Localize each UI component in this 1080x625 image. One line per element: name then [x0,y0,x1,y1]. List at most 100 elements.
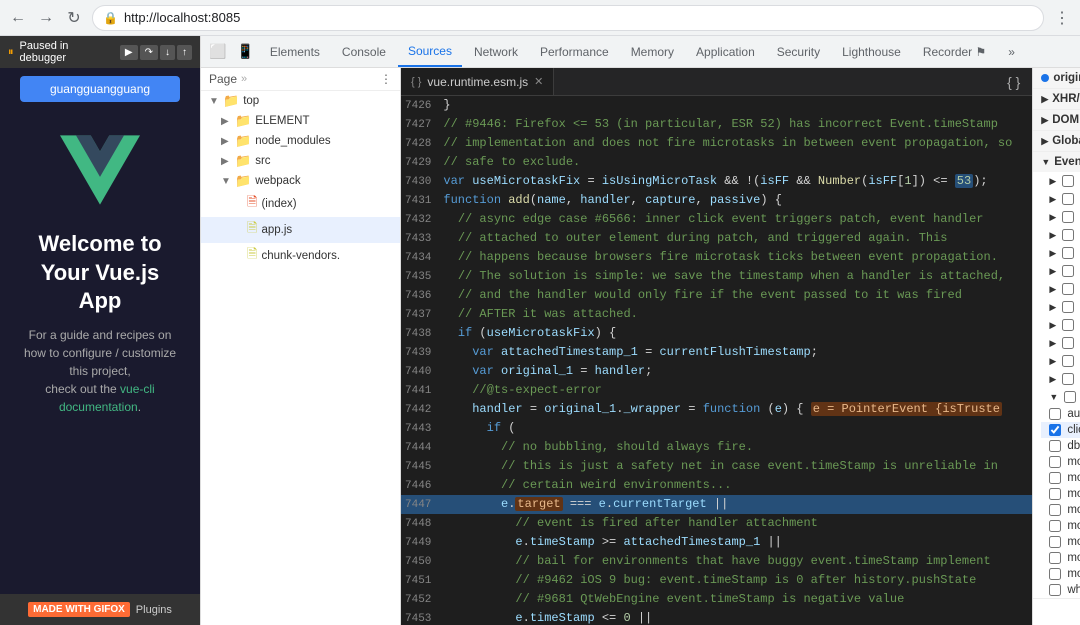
resume-button[interactable]: ▶ [120,45,138,60]
geolocation-checkbox[interactable] [1062,319,1074,331]
bp-item-drag-drop[interactable]: Drag / drop [1033,298,1080,316]
drag-drop-checkbox[interactable] [1062,301,1074,313]
mouseleave-checkbox[interactable] [1049,552,1061,564]
mousedown-checkbox[interactable] [1049,456,1061,468]
dom-header[interactable]: DOM Breakpoints [1033,110,1080,130]
tab-elements[interactable]: Elements [260,36,330,67]
control-checkbox[interactable] [1062,247,1074,259]
bp-item-keyboard[interactable]: Keyboard [1033,334,1080,352]
bp-item-load[interactable]: Load [1033,352,1080,370]
canvas-checkbox[interactable] [1062,211,1074,223]
bp-item-device[interactable]: Device [1033,280,1080,298]
dom-mutation-checkbox[interactable] [1062,265,1074,277]
load-checkbox[interactable] [1062,355,1074,367]
mouseout-checkbox[interactable] [1049,520,1061,532]
user-button[interactable]: guangguangguang [20,76,180,102]
code-editor[interactable]: 7426 } 7427 // #9446: Firefox <= 53 (in … [401,96,1032,625]
global-header[interactable]: Global Listeners [1033,131,1080,151]
code-line-7447: 7447 e.target === e.currentTarget || [401,495,1032,514]
wheel-checkbox[interactable] [1049,584,1061,596]
xhr-header[interactable]: XHR/fetch Breakpoints [1033,89,1080,109]
original-wrapper-header[interactable]: original_1._wrapper [1033,68,1080,88]
mouse-item-click[interactable]: click [1041,422,1080,438]
mouseup-checkbox[interactable] [1049,472,1061,484]
dblclick-checkbox[interactable] [1049,440,1061,452]
tree-item-src[interactable]: ▶ 📁 src [201,151,400,171]
refresh-button[interactable]: ↻ [64,8,84,28]
tab-sources[interactable]: Sources [398,36,462,67]
mouse-item-mouseup[interactable]: mouseup [1041,470,1080,486]
keyboard-checkbox[interactable] [1062,337,1074,349]
dom-label: DOM Breakpoints [1052,114,1080,126]
bp-item-animation[interactable]: Animation [1033,190,1080,208]
forward-button[interactable]: → [36,8,56,28]
mouse-item-mousedown[interactable]: mousedown [1041,454,1080,470]
file-tree-more-icon[interactable]: » [241,73,247,85]
tab-more[interactable]: » [998,36,1025,67]
mouse-checkbox[interactable] [1064,391,1076,403]
mouse-item-mouseout[interactable]: mouseout [1041,518,1080,534]
tree-item-app-js[interactable]: ▶ 🗎 app.js [201,217,400,243]
bp-item-control[interactable]: Control [1033,244,1080,262]
device-checkbox[interactable] [1062,283,1074,295]
tree-item-node-modules[interactable]: ▶ 📁 node_modules [201,131,400,151]
mouse-item-dblclick[interactable]: dblclick [1041,438,1080,454]
mouse-item-mousewheel[interactable]: mousewheel [1041,566,1080,582]
bp-item-geolocation[interactable]: Geolocation [1033,316,1080,334]
bp-item-media[interactable]: Media [1033,370,1080,388]
vue-logo [60,130,140,210]
devtools-device-button[interactable]: 📱 [232,41,257,62]
code-format-button[interactable]: { } [1003,72,1024,92]
step-out-button[interactable]: ↑ [177,45,192,60]
step-icon[interactable]: ↓ [160,45,175,60]
tab-console[interactable]: Console [332,36,396,67]
tree-item-index[interactable]: ▶ 🗎 (index) [201,191,400,217]
tab-recorder[interactable]: Recorder ⚑ [913,36,996,67]
code-tab-close[interactable]: ✕ [534,75,543,88]
tree-item-top[interactable]: ▼ 📁 top [201,91,400,111]
step-over-button[interactable]: ↷ [140,45,158,60]
mouse-item-mouseleave[interactable]: mouseleave [1041,550,1080,566]
event-listener-header[interactable]: Event Listener Breakpo [1033,152,1080,172]
tab-memory[interactable]: Memory [621,36,684,67]
code-tab-vue-runtime[interactable]: { } vue.runtime.esm.js ✕ [401,68,554,95]
auxclick-checkbox[interactable] [1049,408,1061,420]
clipboard-checkbox[interactable] [1062,229,1074,241]
mouse-item-auxclick[interactable]: auxclick [1041,406,1080,422]
mouse-item-mouseenter[interactable]: mouseenter [1041,534,1080,550]
devtools-inspect-button[interactable]: ⬜ [205,41,230,62]
animation-checkbox[interactable] [1062,193,1074,205]
tab-network[interactable]: Network [464,36,528,67]
click-checkbox[interactable] [1049,424,1061,436]
tab-security[interactable]: Security [767,36,830,67]
file-tree-menu-icon[interactable]: ⋮ [380,72,392,86]
tab-lighthouse[interactable]: Lighthouse [832,36,911,67]
mouse-item-mouseover[interactable]: mouseover [1041,486,1080,502]
bp-item-dom-mutation[interactable]: DOM Mutation [1033,262,1080,280]
mousewheel-checkbox[interactable] [1049,568,1061,580]
code-tab-filename: vue.runtime.esm.js [427,75,528,89]
code-line-7438: 7438 if (useMicrotaskFix) { [401,324,1032,343]
tree-item-element[interactable]: ▶ 📁 ELEMENT [201,111,400,131]
ad-auction-arrow [1049,175,1056,187]
bp-item-mouse[interactable]: Mouse [1033,388,1080,406]
extensions-button[interactable]: ⋮ [1052,8,1072,28]
mousemove-checkbox[interactable] [1049,504,1061,516]
bp-item-canvas[interactable]: Canvas [1033,208,1080,226]
mouse-item-mousemove[interactable]: mousemove [1041,502,1080,518]
mouseover-checkbox[interactable] [1049,488,1061,500]
bp-item-ad-auction[interactable]: Ad Auction Worklet [1033,172,1080,190]
mouseenter-checkbox[interactable] [1049,536,1061,548]
back-button[interactable]: ← [8,8,28,28]
tab-performance[interactable]: Performance [530,36,619,67]
webpack-arrow-icon: ▼ [221,176,231,187]
address-bar[interactable]: 🔒 http://localhost:8085 [92,5,1044,31]
tree-item-webpack[interactable]: ▼ 📁 webpack [201,171,400,191]
ad-auction-checkbox[interactable] [1062,175,1074,187]
bp-item-clipboard[interactable]: Clipboard [1033,226,1080,244]
event-listener-label: Event Listener Breakpo [1054,156,1080,168]
tab-application[interactable]: Application [686,36,765,67]
media-checkbox[interactable] [1062,373,1074,385]
mouse-item-wheel[interactable]: wheel [1041,582,1080,598]
tree-item-chunk-vendors[interactable]: ▶ 🗎 chunk-vendors. [201,243,400,269]
